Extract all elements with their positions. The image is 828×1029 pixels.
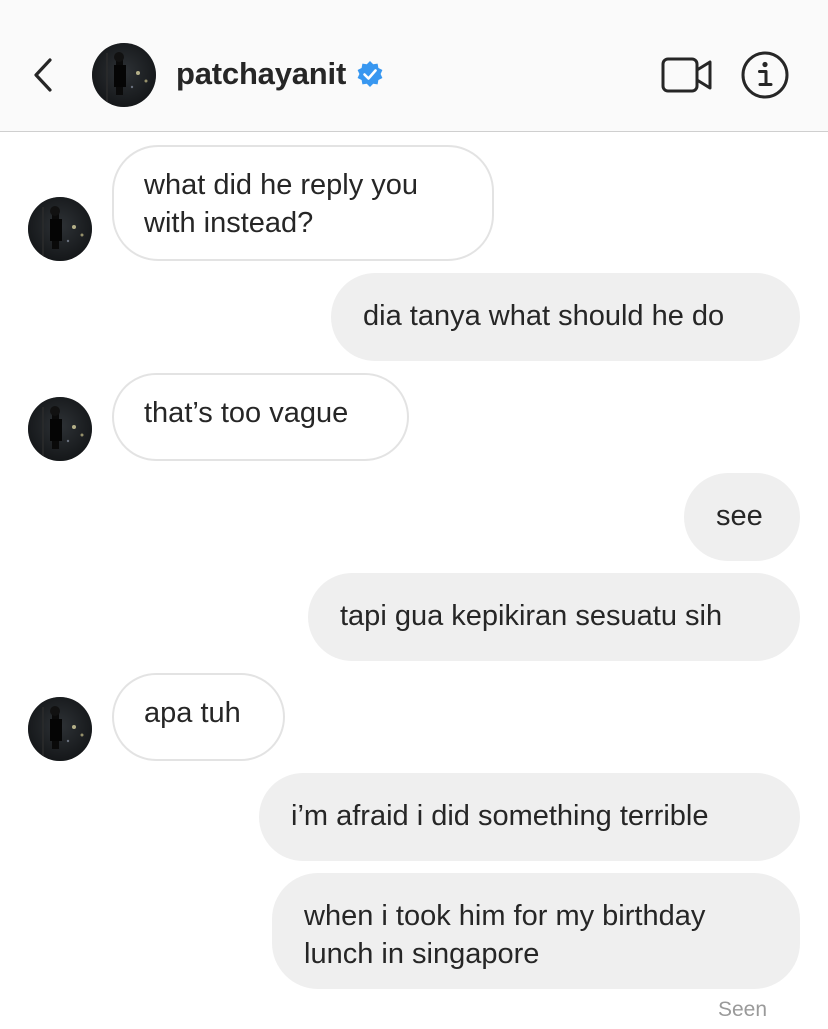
video-camera-icon xyxy=(661,57,712,93)
message-text: see xyxy=(716,500,763,532)
message-text: i’m afraid i did something terrible xyxy=(291,800,709,832)
incoming-message[interactable]: apa tuh xyxy=(112,673,285,761)
incoming-message[interactable]: what did he reply you with instead? xyxy=(112,145,494,261)
outgoing-message[interactable]: tapi gua kepikiran sesuatu sih xyxy=(308,573,800,661)
seen-status: Seen xyxy=(717,998,767,1021)
profile-title[interactable]: patchayanit xyxy=(176,52,384,96)
message-text: dia tanya what should he do xyxy=(363,300,725,332)
message-text: tapi gua kepikiran sesuatu sih xyxy=(340,600,723,632)
sender-avatar[interactable] xyxy=(28,197,92,261)
conversation-info-button[interactable] xyxy=(740,50,790,100)
back-button[interactable] xyxy=(24,50,64,100)
chevron-left-icon xyxy=(34,58,52,92)
outgoing-message[interactable]: i’m afraid i did something terrible xyxy=(259,773,800,861)
message-text: when i took him for my birthday lunch in… xyxy=(304,900,706,970)
sender-avatar[interactable] xyxy=(28,697,92,761)
outgoing-message[interactable]: see xyxy=(684,473,800,561)
video-call-button[interactable] xyxy=(660,54,714,96)
outgoing-message[interactable]: when i took him for my birthday lunch in… xyxy=(272,873,800,989)
message-text: that’s too vague xyxy=(144,397,349,429)
incoming-message[interactable]: that’s too vague xyxy=(112,373,409,461)
chat-header: patchayanit xyxy=(0,0,828,132)
verified-badge-icon xyxy=(357,61,383,87)
info-icon xyxy=(741,51,789,99)
sender-avatar[interactable] xyxy=(28,397,92,461)
message-text: what did he reply you with instead? xyxy=(144,169,419,239)
outgoing-message[interactable]: dia tanya what should he do xyxy=(331,273,800,361)
message-text: apa tuh xyxy=(144,697,241,729)
username: patchayanit xyxy=(176,56,347,91)
profile-avatar[interactable] xyxy=(92,43,156,107)
